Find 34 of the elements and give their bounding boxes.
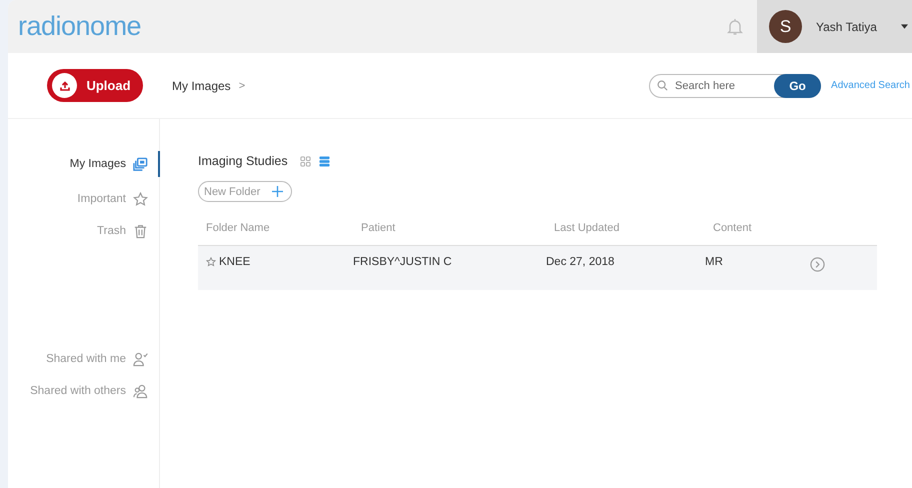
- star-icon[interactable]: [206, 257, 216, 267]
- sidebar-item[interactable]: My Images: [8, 151, 160, 177]
- bell-icon[interactable]: [727, 18, 743, 36]
- list-view-icon[interactable]: [318, 156, 330, 166]
- breadcrumb[interactable]: My Images: [172, 78, 231, 92]
- column-header: Folder Name: [205, 222, 271, 234]
- users-icon: [133, 384, 148, 398]
- chevron-circle-icon[interactable]: [810, 257, 825, 272]
- breadcrumb-separator: >: [238, 80, 246, 92]
- table-cell-text: Dec 27, 2018: [546, 255, 616, 268]
- column-header: Patient: [360, 222, 396, 234]
- search-icon: [657, 80, 668, 91]
- user-menu[interactable]: S Yash Tatiya: [757, 0, 912, 53]
- user-check-icon: [133, 352, 148, 366]
- table-cell: KNEE: [219, 256, 250, 268]
- column-header: Content: [712, 222, 753, 234]
- upload-icon: [52, 73, 78, 98]
- grid-view-icon[interactable]: [300, 156, 311, 166]
- table-cell-text: MR: [705, 255, 724, 268]
- go-button[interactable]: Go: [774, 74, 822, 98]
- upload-button[interactable]: Upload: [47, 69, 143, 102]
- advanced-search-link[interactable]: Advanced Search: [831, 80, 910, 91]
- table-cell-text: FRISBY^JUSTIN C: [353, 255, 453, 268]
- plus-icon: [272, 186, 284, 197]
- avatar: S: [769, 10, 802, 43]
- table-row[interactable]: KNEE FRISBY^JUSTIN C Dec 27, 2018 MR: [198, 246, 877, 290]
- caret-icon: [901, 24, 908, 29]
- column-header: Last Updated: [553, 222, 620, 234]
- search-field[interactable]: Search here Go: [649, 74, 822, 98]
- star-icon: [133, 192, 148, 206]
- trash-icon: [133, 224, 148, 238]
- images-icon: [133, 156, 148, 172]
- section-title: Imaging Studies: [198, 154, 288, 168]
- user-name: Yash Tatiya: [816, 20, 877, 34]
